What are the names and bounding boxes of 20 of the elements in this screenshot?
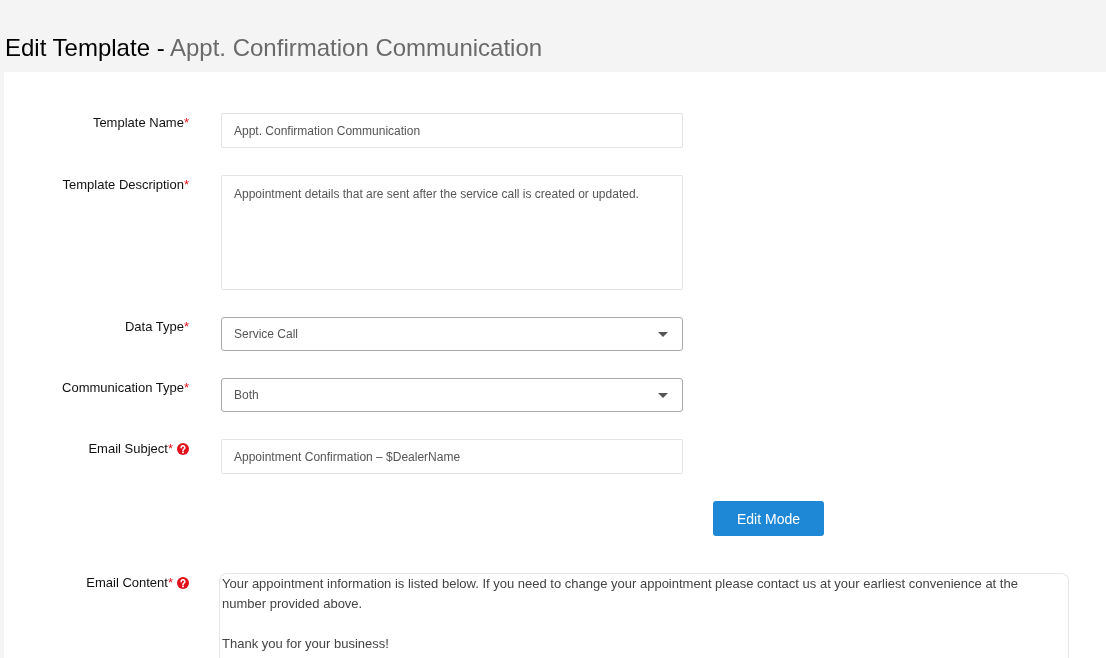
field-label: Communication Type* [62,379,189,397]
text-input[interactable]: Appt. Confirmation Communication [221,113,683,148]
paragraph-text: Your appointment information is listed below. If you need to change your appointment please contact us at your earliest convenience at the number provided above. [222,575,1019,613]
help-icon[interactable] [177,577,189,589]
text-input[interactable]: Appointment Confirmation – $DealerName [221,439,683,474]
content-editor[interactable]: Your appointment information is listed below. If you need to change your appointment please contact us at your earliest convenience at the number provided above. Thank you for your business! [219,573,1069,658]
caret-icon [658,331,668,337]
field-label: Template Description* [62,176,189,194]
help-icon[interactable] [177,443,189,455]
paragraph-text: Thank you for your business! [222,635,390,653]
edit-mode-button[interactable]: Edit Mode [713,501,824,536]
field-label: Email Content* [86,574,173,592]
text-area[interactable]: Appointment details that are sent after the service call is created or updated. [221,175,683,290]
dropdown[interactable]: Both [221,378,683,412]
field-label: Template Name* [92,114,189,132]
field-label: Data Type* [124,318,189,336]
field-label: Email Subject* [88,440,173,458]
dropdown[interactable]: Service Call [221,317,683,351]
page-title: Edit Template - Appt. Confirmation Communication [5,34,543,62]
caret-icon [658,392,668,398]
